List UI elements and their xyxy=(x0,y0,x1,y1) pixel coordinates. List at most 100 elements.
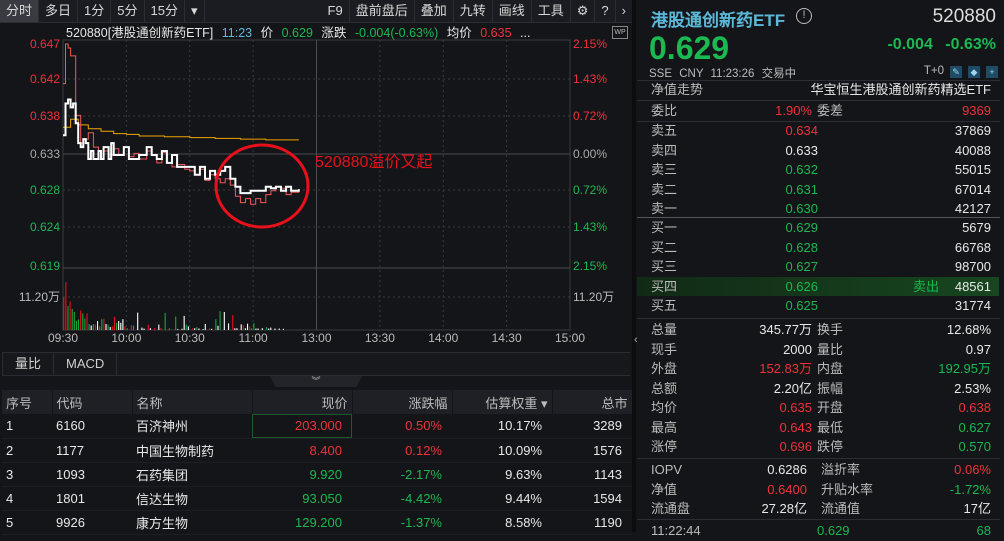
level-volume: 55015 xyxy=(954,162,991,177)
stat-value: 152.83万 xyxy=(759,361,812,376)
add-icon[interactable]: + xyxy=(986,66,998,78)
stat-value: 27.28亿 xyxy=(761,501,807,516)
x-tick-label: 11:00 xyxy=(239,331,268,345)
level-label: 买二 xyxy=(651,239,678,255)
stat-row: 净值 0.6400 升贴水率 -1.72% xyxy=(637,480,999,500)
stat-value: 0.6286 xyxy=(767,462,807,477)
tracking-index: 华宝恒生港股通创新药精选ETF xyxy=(810,82,991,97)
stat-value: 0.627 xyxy=(958,419,991,435)
column-header[interactable]: 总市 xyxy=(552,390,633,414)
y-pct-tick-label: 2.15% xyxy=(573,37,607,51)
book-row[interactable]: 卖一 0.630 42127 xyxy=(637,199,999,219)
volume-bar xyxy=(215,319,217,330)
book-row[interactable]: 卖五 0.634 37869 xyxy=(637,121,999,141)
cell-weight: 9.63% xyxy=(452,462,552,487)
indicator-tabs: 量比 MACD xyxy=(2,352,630,376)
last-price: 0.629 xyxy=(649,30,730,66)
tab-macd[interactable]: MACD xyxy=(54,353,118,375)
stat-row: 现手 2000 量比 0.97 xyxy=(637,340,999,360)
volume-bar xyxy=(177,329,179,330)
table-row[interactable]: 5 9926 康方生物 129.200 -1.37% 8.58% 1190 xyxy=(2,510,632,535)
volume-bar xyxy=(219,311,221,330)
stat-label: IOPV xyxy=(651,462,683,477)
y-pct-tick-label: 0.72% xyxy=(573,109,607,123)
level-label: 买三 xyxy=(651,259,678,274)
y-tick-label: 0.642 xyxy=(30,72,60,86)
table-row[interactable]: 4 1801 信达生物 93.050 -4.42% 9.44% 1594 xyxy=(2,486,632,511)
table-row[interactable]: 2 1177 中国生物制药 8.400 0.12% 10.09% 1576 xyxy=(2,438,632,463)
trade-status: 交易中 xyxy=(761,68,797,80)
column-header[interactable]: 现价 xyxy=(252,390,353,414)
column-header[interactable]: 估算权重 ▾ xyxy=(452,390,553,414)
cell-price: 203.000 xyxy=(252,414,352,439)
book-row[interactable]: 卖四 0.633 40088 xyxy=(637,141,999,161)
stat-row: 总量 345.77万 换手 12.68% xyxy=(637,320,999,340)
security-name: 港股通创新药ETF xyxy=(651,11,786,30)
book-row[interactable]: 卖二 0.631 67014 xyxy=(637,180,999,200)
volume-bar xyxy=(270,327,272,330)
level-label: 卖二 xyxy=(651,181,678,197)
cell-code: 6160 xyxy=(52,414,132,439)
panel-divider[interactable] xyxy=(632,0,636,532)
book-row[interactable]: 买四 0.626 卖出 48561 xyxy=(637,276,999,296)
cell-cap: 1190 xyxy=(552,510,632,535)
book-row[interactable]: 买一 0.629 5679 xyxy=(637,218,999,238)
ask-book: 卖五 0.634 37869 卖四 0.633 40088 卖三 0.632 55015 卖二 0.… xyxy=(637,121,999,219)
volume-bar xyxy=(240,324,242,330)
column-header[interactable]: 名称 xyxy=(132,390,253,414)
book-row[interactable]: 买三 0.627 98700 xyxy=(637,257,999,277)
volume-bar xyxy=(246,323,249,330)
cell-cap: 3289 xyxy=(552,414,632,439)
volume-bar xyxy=(160,327,162,330)
intraday-chart[interactable]: 0.647 0.642 0.638 0.633 0.628 0.624 0.619 2.15%… xyxy=(0,0,632,350)
cell-no: 1 xyxy=(2,414,52,439)
volume-bar xyxy=(282,328,284,330)
cell-name: 信达生物 xyxy=(132,486,252,511)
book-row[interactable]: 卖三 0.632 55015 xyxy=(637,160,999,180)
table-row[interactable]: 1 6160 百济神州 203.000 0.50% 10.17% 3289 xyxy=(2,414,632,439)
nav-trend-label[interactable]: 净值走势 xyxy=(651,80,703,100)
volume-bar xyxy=(92,324,94,330)
level-label: 卖一 xyxy=(651,201,678,216)
cell-code: 1177 xyxy=(52,438,132,463)
column-header[interactable]: 涨跌幅 xyxy=(352,390,453,414)
stat-label: 现手 xyxy=(651,341,678,357)
bell-icon[interactable]: ◆ xyxy=(968,66,980,78)
volume-bar xyxy=(73,312,75,330)
cell-chg: -2.17% xyxy=(352,462,452,487)
stat-value: 0.635 xyxy=(779,400,812,415)
stat-label: 跌停 xyxy=(817,439,844,454)
volume-bar xyxy=(65,282,67,330)
level-volume: 67014 xyxy=(954,181,991,197)
y-tick-label: 0.624 xyxy=(30,220,60,234)
series-line-iopv xyxy=(63,43,300,205)
volume-bar xyxy=(253,323,255,330)
cell-no: 5 xyxy=(2,510,52,535)
book-row[interactable]: 买五 0.625 31774 xyxy=(637,296,999,316)
volume-bar xyxy=(99,326,101,330)
book-row[interactable]: 买二 0.628 66768 xyxy=(637,238,999,258)
volume-bar xyxy=(101,319,103,330)
edit-icon[interactable]: ✎ xyxy=(950,66,962,78)
y-pct-tick-label: 0.72% xyxy=(573,183,607,197)
table-row[interactable]: 3 1093 石药集团 9.920 -2.17% 9.63% 1143 xyxy=(2,462,632,487)
column-header[interactable]: 序号 xyxy=(2,390,53,414)
sell-tag: 卖出 xyxy=(912,278,939,294)
expand-chevron-icon[interactable]: ︾ xyxy=(270,376,362,387)
cell-chg: -4.42% xyxy=(352,486,452,511)
cell-name: 百济神州 xyxy=(132,414,252,439)
volume-bar xyxy=(266,327,268,330)
volume-bar xyxy=(77,319,80,330)
stat-value: 12.68% xyxy=(946,322,991,337)
t0-label: T+0 xyxy=(923,65,944,77)
info-icon[interactable]: ! xyxy=(796,8,812,24)
cell-name: 石药集团 xyxy=(132,462,252,487)
nav-trend-row[interactable]: 净值走势 华宝恒生港股通创新药精选ETF xyxy=(637,80,999,100)
cell-chg: 0.12% xyxy=(352,438,452,463)
volume-bar xyxy=(86,313,88,330)
tab-volume-ratio[interactable]: 量比 xyxy=(3,353,55,375)
y-tick-label: 0.647 xyxy=(30,37,60,51)
volume-bar xyxy=(217,325,219,330)
column-header[interactable]: 代码 xyxy=(52,390,133,414)
cell-name: 康方生物 xyxy=(132,510,252,535)
